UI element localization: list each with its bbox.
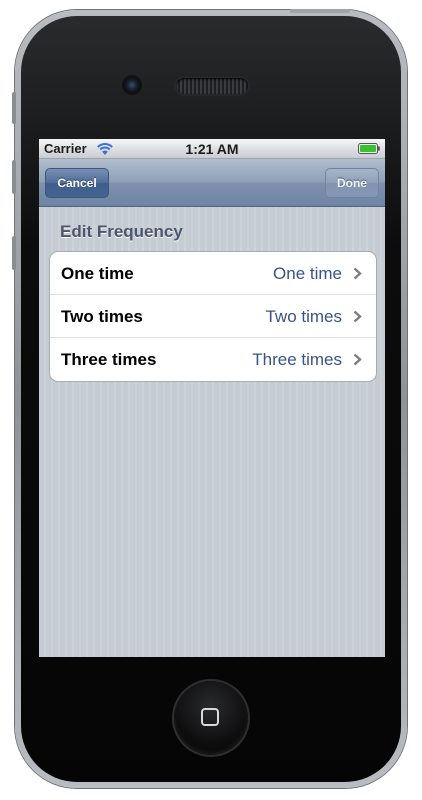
frequency-row-one-time[interactable]: One time One time <box>50 252 376 295</box>
volume-up-button <box>12 160 16 194</box>
frequency-row-two-times[interactable]: Two times Two times <box>50 295 376 338</box>
sleep-button <box>290 9 350 13</box>
home-button[interactable] <box>174 681 248 755</box>
row-label: Two times <box>61 307 143 326</box>
navigation-bar: Cancel Done <box>39 159 385 207</box>
volume-down-button <box>12 236 16 270</box>
home-square-icon <box>201 708 219 726</box>
earpiece-speaker <box>176 78 248 94</box>
status-time: 1:21 AM <box>185 141 239 157</box>
screen: Carrier 1:21 AM Cancel Done Edit Frequen… <box>39 139 385 657</box>
chevron-right-icon <box>353 267 362 280</box>
chevron-right-icon <box>353 353 362 366</box>
section-header: Edit Frequency <box>60 222 183 241</box>
front-camera <box>124 77 140 93</box>
row-label: Three times <box>61 350 157 369</box>
row-value: Three times <box>252 350 342 369</box>
mute-switch <box>12 92 16 124</box>
table-view: Edit Frequency One time One time Two tim… <box>39 207 385 657</box>
row-value: Two times <box>265 307 342 326</box>
chevron-right-icon <box>353 310 362 323</box>
row-value: One time <box>273 264 342 283</box>
row-label: One time <box>61 264 134 283</box>
battery-icon <box>358 143 380 154</box>
frequency-row-three-times[interactable]: Three times Three times <box>50 338 376 381</box>
status-bar: Carrier 1:21 AM <box>39 139 385 159</box>
cancel-button[interactable]: Cancel <box>45 168 109 198</box>
done-button[interactable]: Done <box>325 168 379 198</box>
grouped-table-section: One time One time Two times Two times Th… <box>49 251 377 382</box>
